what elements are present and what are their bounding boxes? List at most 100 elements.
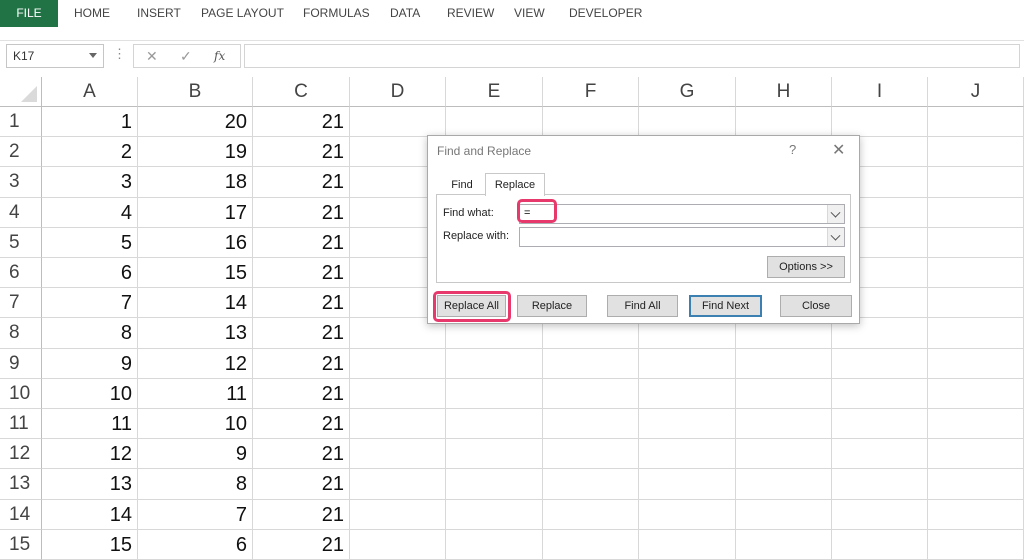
tab-view[interactable]: VIEW: [514, 0, 545, 27]
find-what-field[interactable]: =: [519, 204, 845, 224]
cell[interactable]: 21: [253, 439, 350, 470]
cell[interactable]: [446, 107, 543, 138]
cell[interactable]: [350, 378, 446, 409]
column-header-h[interactable]: H: [736, 77, 832, 107]
cell[interactable]: [928, 378, 1024, 409]
formula-input[interactable]: [244, 44, 1020, 68]
cell[interactable]: 21: [253, 258, 350, 289]
tab-insert[interactable]: INSERT: [137, 0, 181, 27]
row-header[interactable]: 3: [0, 167, 42, 198]
column-header-a[interactable]: A: [42, 77, 138, 107]
cell[interactable]: [736, 499, 832, 530]
cell[interactable]: [543, 439, 639, 470]
cell[interactable]: 21: [253, 378, 350, 409]
cell[interactable]: 14: [138, 288, 253, 319]
cancel-icon[interactable]: ✕: [146, 48, 158, 65]
cell[interactable]: [543, 499, 639, 530]
tab-file[interactable]: FILE: [0, 0, 58, 27]
name-box[interactable]: K17: [6, 44, 104, 68]
select-all-corner[interactable]: [0, 77, 42, 107]
cell[interactable]: [736, 348, 832, 379]
cell[interactable]: [928, 227, 1024, 258]
tab-data[interactable]: DATA: [390, 0, 420, 27]
cell[interactable]: 21: [253, 288, 350, 319]
cell[interactable]: 12: [42, 439, 138, 470]
cell[interactable]: [350, 409, 446, 440]
row-header[interactable]: 2: [0, 137, 42, 168]
cell[interactable]: [832, 469, 928, 500]
cell[interactable]: 21: [253, 499, 350, 530]
cell[interactable]: [639, 378, 736, 409]
cell[interactable]: 21: [253, 137, 350, 168]
cell[interactable]: 21: [253, 107, 350, 138]
cell[interactable]: 19: [138, 137, 253, 168]
cell[interactable]: 21: [253, 227, 350, 258]
cell[interactable]: 4: [42, 197, 138, 228]
column-header-e[interactable]: E: [446, 77, 543, 107]
tab-replace[interactable]: Replace: [485, 173, 545, 196]
cell[interactable]: 10: [138, 409, 253, 440]
cell[interactable]: 13: [42, 469, 138, 500]
cell[interactable]: [446, 348, 543, 379]
cell[interactable]: 21: [253, 469, 350, 500]
cell[interactable]: [543, 348, 639, 379]
cell[interactable]: [543, 469, 639, 500]
row-header[interactable]: 11: [0, 409, 42, 440]
cell[interactable]: [350, 439, 446, 470]
tab-home[interactable]: HOME: [74, 0, 110, 27]
row-header[interactable]: 1: [0, 107, 42, 138]
cell[interactable]: 21: [253, 167, 350, 198]
chevron-down-icon[interactable]: [827, 205, 844, 223]
column-header-g[interactable]: G: [639, 77, 736, 107]
row-header[interactable]: 13: [0, 469, 42, 500]
replace-button[interactable]: Replace: [517, 295, 587, 317]
cell[interactable]: [928, 348, 1024, 379]
row-header[interactable]: 4: [0, 197, 42, 228]
column-header-d[interactable]: D: [350, 77, 446, 107]
tab-developer[interactable]: DEVELOPER: [569, 0, 642, 27]
help-icon[interactable]: ?: [789, 142, 796, 157]
cell[interactable]: 5: [42, 227, 138, 258]
cell[interactable]: [639, 499, 736, 530]
cell[interactable]: [928, 469, 1024, 500]
cell[interactable]: [639, 409, 736, 440]
column-header-c[interactable]: C: [253, 77, 350, 107]
cell[interactable]: [928, 258, 1024, 289]
cell[interactable]: [736, 107, 832, 138]
tab-page-layout[interactable]: PAGE LAYOUT: [201, 0, 284, 27]
cell[interactable]: 7: [138, 499, 253, 530]
close-icon[interactable]: ✕: [832, 140, 845, 160]
tab-find[interactable]: Find: [444, 175, 480, 195]
cell[interactable]: [639, 439, 736, 470]
column-header-b[interactable]: B: [138, 77, 253, 107]
cell[interactable]: [736, 409, 832, 440]
cell[interactable]: 13: [138, 318, 253, 349]
cell[interactable]: [639, 107, 736, 138]
cell[interactable]: [928, 137, 1024, 168]
chevron-down-icon[interactable]: [827, 228, 844, 246]
cell[interactable]: [446, 499, 543, 530]
cell[interactable]: [639, 348, 736, 379]
column-header-j[interactable]: J: [928, 77, 1024, 107]
cell[interactable]: [928, 499, 1024, 530]
cell[interactable]: 21: [253, 348, 350, 379]
cell[interactable]: [832, 499, 928, 530]
insert-function-icon[interactable]: fx: [214, 49, 225, 63]
row-header[interactable]: 6: [0, 258, 42, 289]
cell[interactable]: [928, 439, 1024, 470]
cell[interactable]: [543, 378, 639, 409]
cell[interactable]: [350, 499, 446, 530]
cell[interactable]: 8: [42, 318, 138, 349]
cell[interactable]: 20: [138, 107, 253, 138]
cell[interactable]: [928, 409, 1024, 440]
cell[interactable]: 14: [42, 499, 138, 530]
cell[interactable]: [832, 529, 928, 560]
cell[interactable]: 6: [42, 258, 138, 289]
cell[interactable]: [639, 529, 736, 560]
cell[interactable]: [832, 348, 928, 379]
cell[interactable]: 15: [138, 258, 253, 289]
cell[interactable]: [832, 439, 928, 470]
row-header[interactable]: 14: [0, 499, 42, 530]
cell[interactable]: [446, 409, 543, 440]
cell[interactable]: [736, 469, 832, 500]
